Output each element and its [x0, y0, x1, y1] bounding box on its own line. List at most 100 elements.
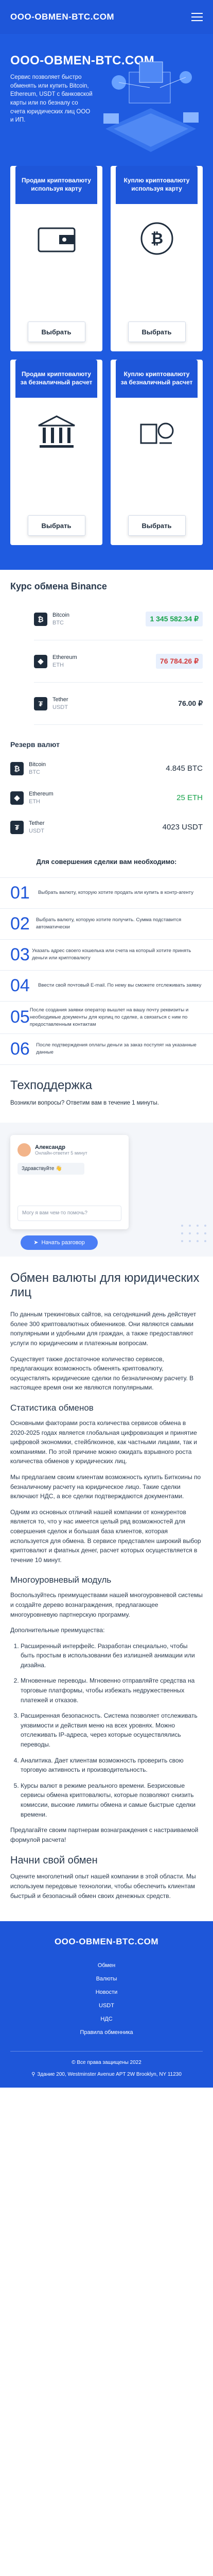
step-number: 01 — [10, 883, 30, 903]
offer-card-title: Продам криптовалюту за безналичный расче… — [15, 360, 97, 398]
currency-name: Bitcoin — [52, 612, 70, 618]
footer-nav: Обмен Валюты Новости USDT НДС Правила об… — [10, 1962, 203, 2036]
select-button[interactable]: Выбрать — [128, 515, 186, 536]
offer-card-sell-card: Продам криптовалюту используя карту Выбр… — [10, 166, 102, 352]
footer-link[interactable]: USDT — [10, 2003, 203, 2009]
reserve-value: 25 ETH — [176, 793, 203, 802]
reserve-title: Резерв валют — [10, 740, 60, 749]
offer-card-buy-bank: Куплю криптовалюту за безналичный расчет… — [111, 360, 203, 546]
article-paragraph: Одним из основных отличий нашей компании… — [10, 1508, 201, 1564]
currency-ticker: BTC — [52, 619, 64, 626]
offer-cards: Продам криптовалюту используя карту Выбр… — [10, 166, 203, 546]
footer-link[interactable]: НДС — [10, 2016, 203, 2022]
select-button[interactable]: Выбрать — [27, 515, 85, 536]
address: ⚲ Здание 200, Westminster Avenue APT 2W B… — [10, 2072, 203, 2077]
address-text: Здание 200, Westminster Avenue APT 2W Br… — [37, 2072, 182, 2078]
step-number: 03 — [10, 944, 30, 964]
reserve-row-btc: ₿ Bitcoin BTC 4.845 BTC — [10, 754, 203, 783]
agent-name: Александр — [35, 1144, 65, 1150]
start-chat-button[interactable]: ➤ Начать разговор — [21, 1235, 98, 1250]
support-section: Техподдержка Возникли вопросы? Ответим в… — [0, 1065, 213, 1107]
avatar — [17, 1143, 31, 1157]
bitcoin-icon: ₿ — [34, 612, 47, 626]
dots-decoration — [181, 1224, 206, 1242]
currency-ticker: ETH — [29, 798, 40, 805]
blockchain-isometric-illustration — [103, 61, 199, 152]
site-logo[interactable]: OOO-OBMEN-BTC.COM — [10, 12, 114, 22]
rate-value: 1 345 582.34 ₽ — [146, 612, 203, 626]
rate-row-usdt: ₮ Tether USDT 76.00 ₽ — [34, 683, 203, 725]
chat-input[interactable]: Могу я вам чем-то помочь? — [17, 1205, 121, 1221]
ethereum-icon: ◆ — [34, 654, 47, 668]
step-number: 06 — [10, 1039, 30, 1059]
advantages-list: Расширенный интерфейс. Разработан специа… — [10, 1641, 203, 1820]
reserve-row-usdt: ₮ Tether USDT 4023 USDT — [10, 812, 203, 842]
chat-card: Александр Онлайн-ответит 5 минут Здравст… — [10, 1134, 129, 1229]
step-number: 05 — [10, 1007, 30, 1027]
step-number: 02 — [10, 913, 30, 934]
list-item: Мгновенные переводы. Мгновенно отправляй… — [21, 1676, 203, 1705]
step-item: 03 Указать адрес своего кошелька или счет… — [0, 939, 213, 970]
article-paragraph: Предлагайте своим партнерам вознагражден… — [10, 1826, 199, 1843]
offer-card-buy-card: Куплю криптовалюту используя карту ₿ Выб… — [111, 166, 203, 352]
footer-link[interactable]: Обмен — [10, 1962, 203, 1969]
telegram-icon: ➤ — [33, 1240, 39, 1246]
step-item: 05 После создания заявки оператор вышлет … — [0, 1001, 213, 1033]
currency-ticker: ETH — [52, 662, 64, 668]
offer-card-title: Продам криптовалюту используя карту — [15, 166, 97, 205]
currency-ticker: BTC — [29, 769, 40, 775]
currency-ticker: USDT — [29, 827, 44, 834]
currency-ticker: USDT — [52, 704, 68, 710]
chat-widget-preview: Александр Онлайн-ответит 5 минут Здравст… — [0, 1122, 213, 1257]
menu-icon[interactable] — [191, 13, 203, 21]
chat-message: Здравствуйте 👋 — [17, 1162, 84, 1175]
hero-section: OOO-OBMEN-BTC.COM Сервис позволяет быстр… — [0, 34, 213, 570]
ethereum-icon: ◆ — [10, 791, 24, 805]
article-paragraph: По данным трекинговых сайтов, на сегодня… — [10, 1311, 197, 1347]
rate-value: 76 784.26 ₽ — [155, 654, 203, 669]
currency-name: Bitcoin — [29, 761, 46, 768]
step-item: 04 Ввести свой почтовый E-mail. По нему в… — [0, 970, 213, 1001]
reserve-value: 4.845 BTC — [166, 764, 203, 773]
support-title: Техподдержка — [10, 1078, 93, 1092]
currency-name: Tether — [29, 820, 45, 826]
select-button[interactable]: Выбрать — [27, 321, 85, 343]
article-section: Обмен валюты для юридических лиц По данн… — [0, 1257, 213, 1901]
rates-title: Курс обмена Binance — [10, 581, 107, 591]
steps-list: 01 Выбрать валюту, которую хотите продать… — [0, 877, 213, 1065]
rate-row-btc: ₿ Bitcoin BTC 1 345 582.34 ₽ — [34, 598, 203, 640]
footer-link[interactable]: Правила обменника — [10, 2029, 203, 2036]
currency-name: Ethereum — [52, 654, 77, 660]
steps-title: Для совершения сделки вам необходимо: — [36, 858, 177, 866]
wallet-card-icon — [38, 227, 75, 252]
stats-title: Статистика обменов — [10, 1403, 94, 1413]
tether-icon: ₮ — [34, 697, 47, 710]
copyright: © Все права защищены 2022 — [10, 2051, 203, 2065]
article-title: Обмен валюты для юридических лиц — [10, 1270, 200, 1300]
step-text: Ввести свой почтовый E-mail. По нему вы … — [38, 982, 202, 989]
article-paragraph: Оцените многолетний опыт нашей компании … — [10, 1873, 196, 1900]
step-item: 06 После подтверждения оплаты деньги за з… — [0, 1033, 213, 1065]
currency-name: Tether — [52, 696, 68, 703]
tether-icon: ₮ — [10, 820, 24, 834]
svg-text:₿: ₿ — [150, 230, 163, 248]
offer-card-title: Куплю криптовалюту используя карту — [116, 166, 198, 205]
currency-name: Ethereum — [29, 790, 54, 797]
step-item: 01 Выбрать валюту, которую хотите продать… — [0, 877, 213, 908]
advantages-label: Дополнительные преимущества: — [10, 1626, 105, 1634]
footer-link[interactable]: Валюты — [10, 1976, 203, 1982]
agent-status: Онлайн-ответит 5 минут — [35, 1150, 87, 1156]
article-paragraph: Существует также достаточное количество … — [10, 1355, 194, 1392]
exchange-bank-icon — [140, 422, 173, 444]
reserve-value: 4023 USDT — [162, 823, 203, 832]
start-chat-label: Начать разговор — [41, 1239, 85, 1246]
select-button[interactable]: Выбрать — [128, 321, 186, 343]
list-item: Курсы валют в режиме реального времени. … — [21, 1781, 203, 1819]
footer-logo[interactable]: OOO-OBMEN-BTC.COM — [55, 1937, 158, 1946]
reserve-row-eth: ◆ Ethereum ETH 25 ETH — [10, 783, 203, 812]
article-paragraph: Воспользуйтесь преимуществами нашей мног… — [10, 1591, 203, 1618]
multilevel-title: Многоуровневый модуль — [10, 1575, 112, 1585]
list-item: Расширенный интерфейс. Разработан специа… — [21, 1641, 203, 1670]
footer-link[interactable]: Новости — [10, 1989, 203, 1995]
offer-card-sell-bank: Продам криптовалюту за безналичный расче… — [10, 360, 102, 546]
